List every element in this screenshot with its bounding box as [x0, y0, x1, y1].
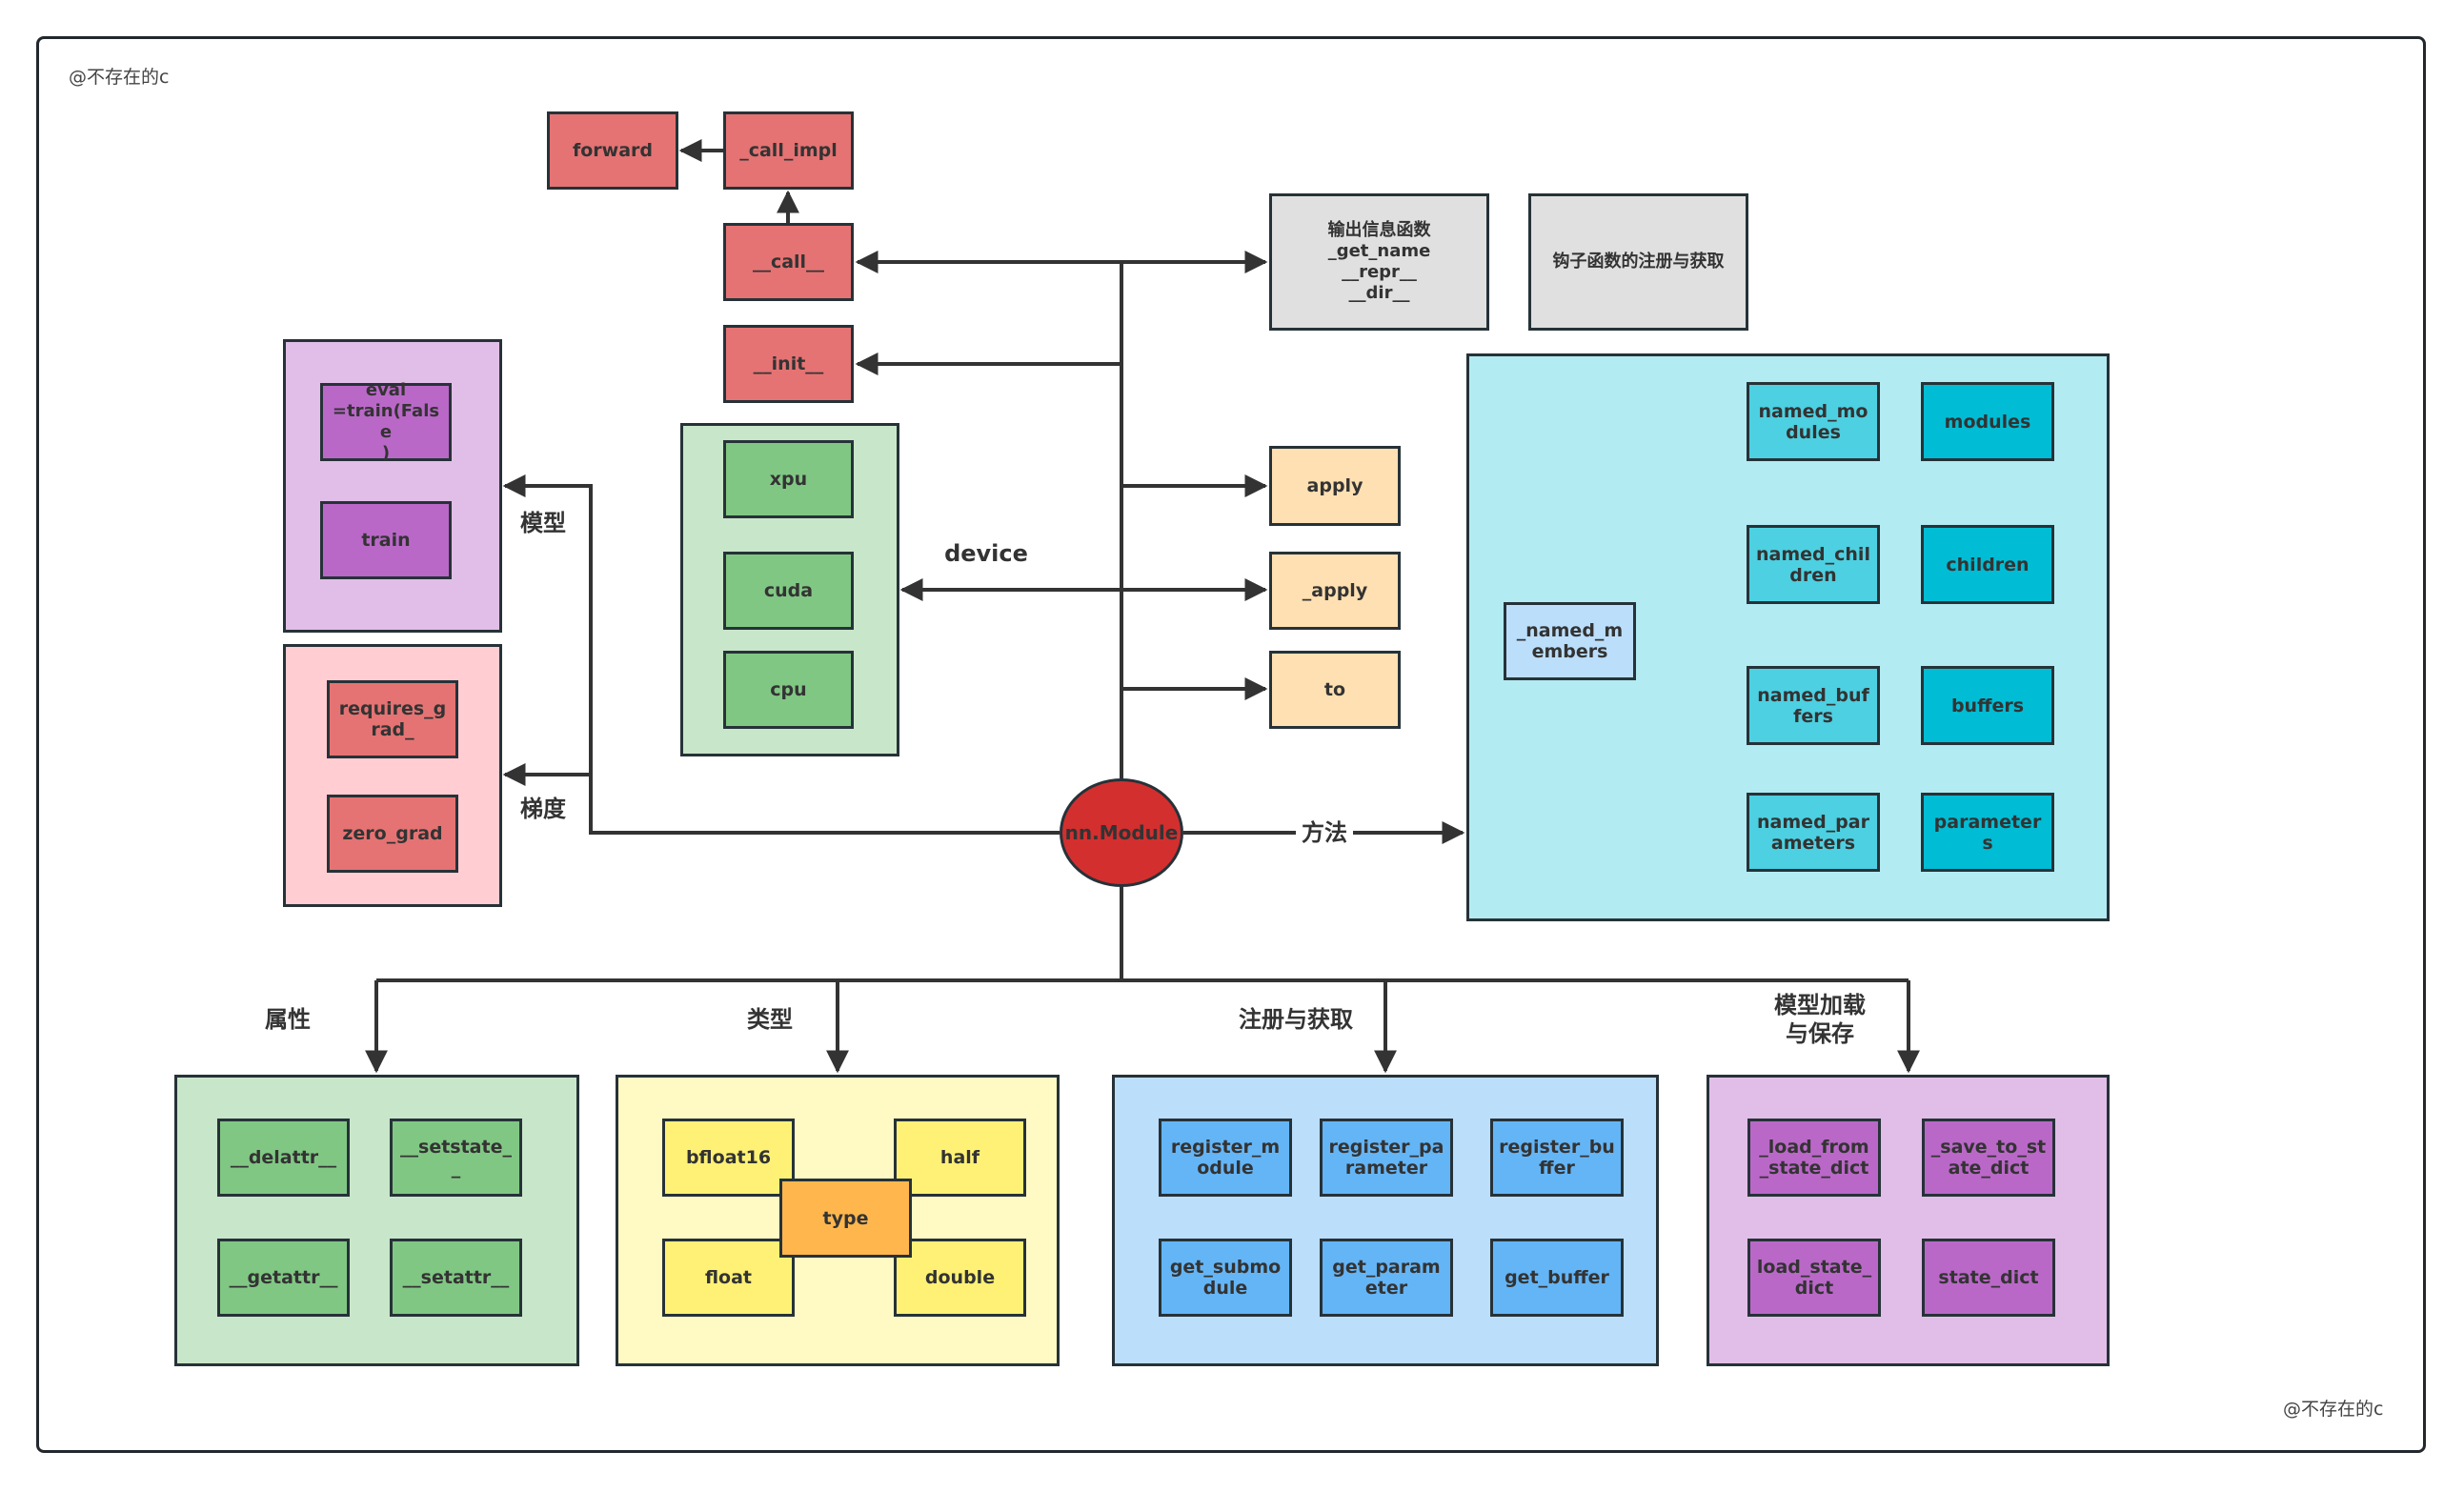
bfloat16-node[interactable]: bfloat16 [662, 1119, 795, 1197]
register-buffer-node[interactable]: register_buffer [1490, 1119, 1624, 1197]
named-buffers-node[interactable]: named_buffers [1747, 666, 1880, 745]
nn-module-node[interactable]: nn.Module [1060, 778, 1183, 887]
load-from-state-dict-node[interactable]: _load_from_state_dict [1747, 1119, 1881, 1197]
buffers-node[interactable]: buffers [1921, 666, 2054, 745]
double-node[interactable]: double [894, 1239, 1026, 1317]
save-load-label: 模型加载 与保存 [1774, 992, 1866, 1047]
get-submodule-node[interactable]: get_submodule [1159, 1239, 1292, 1317]
state-dict-node[interactable]: state_dict [1922, 1239, 2055, 1317]
children-node[interactable]: children [1921, 525, 2054, 604]
hook-functions-node[interactable]: 钩子函数的注册与获取 [1528, 193, 1748, 331]
types-label: 类型 [747, 1006, 793, 1033]
get-parameter-node[interactable]: get_parameter [1320, 1239, 1453, 1317]
parameters-node[interactable]: parameters [1921, 793, 2054, 872]
register-label: 注册与获取 [1239, 1006, 1353, 1033]
setattr-node[interactable]: __setattr__ [390, 1239, 522, 1317]
device-cpu[interactable]: cpu [723, 651, 854, 729]
zero-grad-node[interactable]: zero_grad [327, 795, 458, 873]
get-buffer-node[interactable]: get_buffer [1490, 1239, 1624, 1317]
named-members-node[interactable]: _named_members [1504, 602, 1636, 680]
train-node[interactable]: train [320, 501, 452, 579]
named-children-node[interactable]: named_children [1747, 525, 1880, 604]
init-node[interactable]: __init__ [723, 325, 854, 403]
attributes-label: 属性 [265, 1006, 311, 1033]
device-cuda[interactable]: cuda [723, 552, 854, 630]
private-apply-node[interactable]: _apply [1269, 552, 1401, 630]
register-parameter-node[interactable]: register_parameter [1320, 1119, 1453, 1197]
half-node[interactable]: half [894, 1119, 1026, 1197]
to-node[interactable]: to [1269, 651, 1401, 729]
apply-node[interactable]: apply [1269, 446, 1401, 526]
call-node[interactable]: __call__ [723, 223, 854, 301]
register-module-node[interactable]: register_module [1159, 1119, 1292, 1197]
call-impl-node[interactable]: _call_impl [723, 111, 854, 190]
setstate-node[interactable]: __setstate__ [390, 1119, 522, 1197]
modules-node[interactable]: modules [1921, 382, 2054, 461]
device-xpu[interactable]: xpu [723, 440, 854, 518]
methods-edge-label: 方法 [1296, 818, 1353, 847]
forward-node[interactable]: forward [547, 111, 678, 190]
eval-node[interactable]: eval =train(False ) [320, 380, 452, 463]
type-node[interactable]: type [779, 1179, 912, 1258]
load-state-dict-node[interactable]: load_state_dict [1747, 1239, 1881, 1317]
grad-edge-label: 梯度 [520, 796, 566, 822]
named-modules-node[interactable]: named_modules [1747, 382, 1880, 461]
save-to-state-dict-node[interactable]: _save_to_state_dict [1922, 1119, 2055, 1197]
delattr-node[interactable]: __delattr__ [217, 1119, 350, 1197]
requires-grad-node[interactable]: requires_grad_ [327, 680, 458, 758]
float-node[interactable]: float [662, 1239, 795, 1317]
named-parameters-node[interactable]: named_parameters [1747, 793, 1880, 872]
getattr-node[interactable]: __getattr__ [217, 1239, 350, 1317]
model-edge-label: 模型 [520, 510, 566, 536]
device-label: device [944, 540, 1028, 567]
output-info-node[interactable]: 输出信息函数 _get_name __repr__ __dir__ [1269, 193, 1489, 331]
